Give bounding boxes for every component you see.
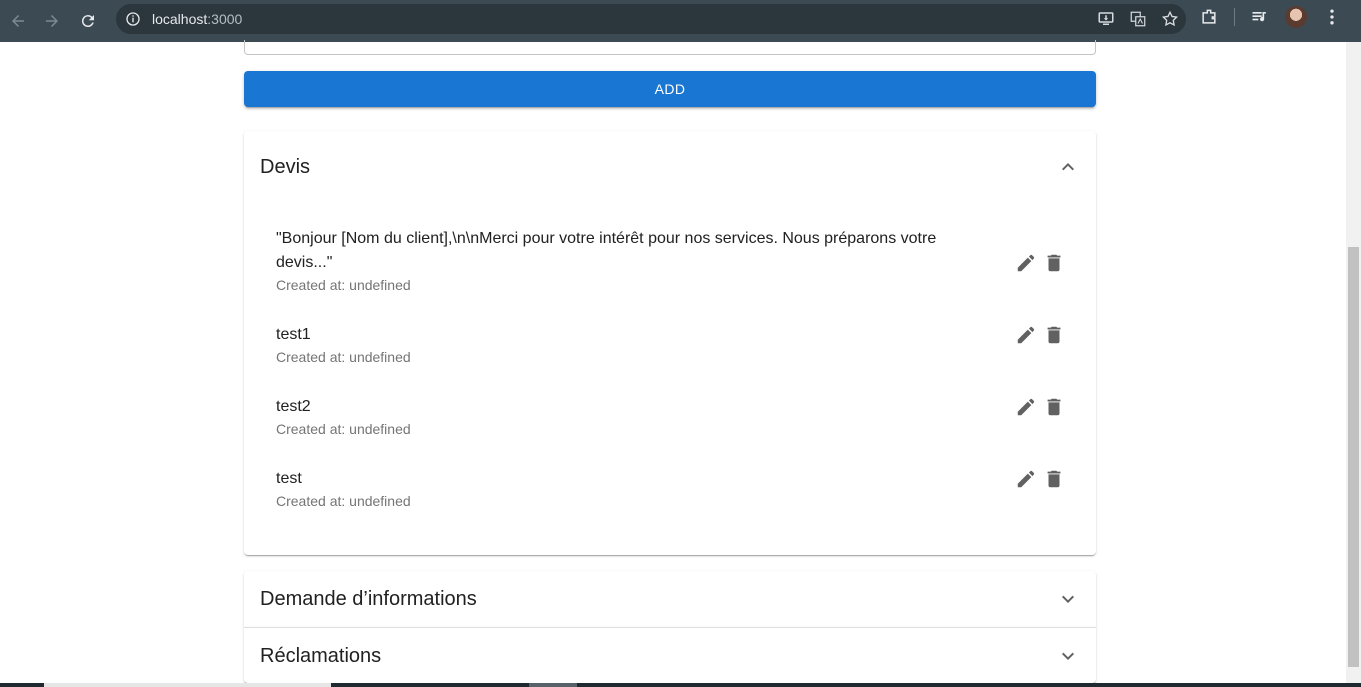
add-button[interactable]: ADD — [244, 71, 1096, 107]
accordion-title: Demande d’informations — [260, 587, 477, 610]
media-controls-icon[interactable] — [1249, 6, 1271, 28]
translate-icon[interactable] — [1128, 9, 1148, 29]
list-item: "Bonjour [Nom du client],\n\nMerci pour … — [244, 227, 1096, 299]
accordion-devis-header[interactable]: Devis — [244, 131, 1096, 203]
text-input[interactable] — [244, 40, 1096, 55]
accordion-title: Réclamations — [260, 644, 382, 667]
install-app-icon[interactable] — [1096, 9, 1116, 29]
item-created: Created at: undefined — [276, 421, 411, 437]
delete-icon[interactable] — [1042, 251, 1066, 275]
accordion-devis: Devis "Bonjour [Nom du client],\n\nMerci… — [244, 131, 1096, 555]
bookmark-star-icon[interactable] — [1160, 9, 1180, 29]
item-text: test — [276, 470, 302, 487]
more-menu-icon[interactable] — [1321, 6, 1343, 28]
accordion-reclamations: Réclamations — [244, 627, 1096, 683]
delete-icon[interactable] — [1042, 395, 1066, 419]
accordion-reclamations-header[interactable]: Réclamations — [244, 628, 1096, 684]
edit-icon[interactable] — [1014, 395, 1038, 419]
delete-icon[interactable] — [1042, 467, 1066, 491]
chevron-down-icon[interactable] — [1056, 587, 1080, 611]
profile-avatar[interactable] — [1285, 6, 1307, 28]
arrow-right-icon — [46, 15, 58, 27]
browser-toolbar: localhost:3000 — [0, 0, 1361, 42]
list-item: test2 Created at: undefined — [244, 395, 1096, 467]
back-button[interactable] — [0, 3, 36, 39]
chevron-down-icon[interactable] — [1056, 644, 1080, 668]
forward-button[interactable] — [34, 3, 70, 39]
item-text: "Bonjour [Nom du client],\n\nMerci pour … — [276, 230, 937, 271]
extensions-icon[interactable] — [1198, 6, 1220, 28]
scrollbar-thumb[interactable] — [1348, 247, 1359, 667]
url-text: localhost:3000 — [152, 11, 243, 27]
list-item: test Created at: undefined — [244, 467, 1096, 539]
accordion-demande-header[interactable]: Demande d’informations — [244, 571, 1096, 627]
delete-icon[interactable] — [1042, 323, 1066, 347]
devis-list: "Bonjour [Nom du client],\n\nMerci pour … — [244, 227, 1096, 539]
list-item: test1 Created at: undefined — [244, 323, 1096, 395]
item-text: test2 — [276, 398, 311, 415]
item-created: Created at: undefined — [276, 349, 411, 365]
accordion-demande-informations: Demande d’informations — [244, 571, 1096, 627]
item-created: Created at: undefined — [276, 277, 411, 293]
toolbar-divider — [1234, 8, 1235, 26]
item-created: Created at: undefined — [276, 493, 411, 509]
accordion-title: Devis — [260, 155, 311, 178]
reload-button[interactable] — [70, 3, 106, 39]
item-text: test1 — [276, 326, 311, 343]
address-bar[interactable]: localhost:3000 — [116, 4, 1186, 34]
page-scrollbar[interactable] — [1346, 42, 1361, 683]
reload-icon — [81, 15, 94, 28]
chevron-up-icon[interactable] — [1056, 155, 1080, 179]
os-taskbar-edge — [0, 683, 1361, 687]
site-info-icon[interactable] — [124, 10, 142, 28]
edit-icon[interactable] — [1014, 323, 1038, 347]
edit-icon[interactable] — [1014, 467, 1038, 491]
arrow-left-icon — [12, 15, 24, 27]
edit-icon[interactable] — [1014, 251, 1038, 275]
